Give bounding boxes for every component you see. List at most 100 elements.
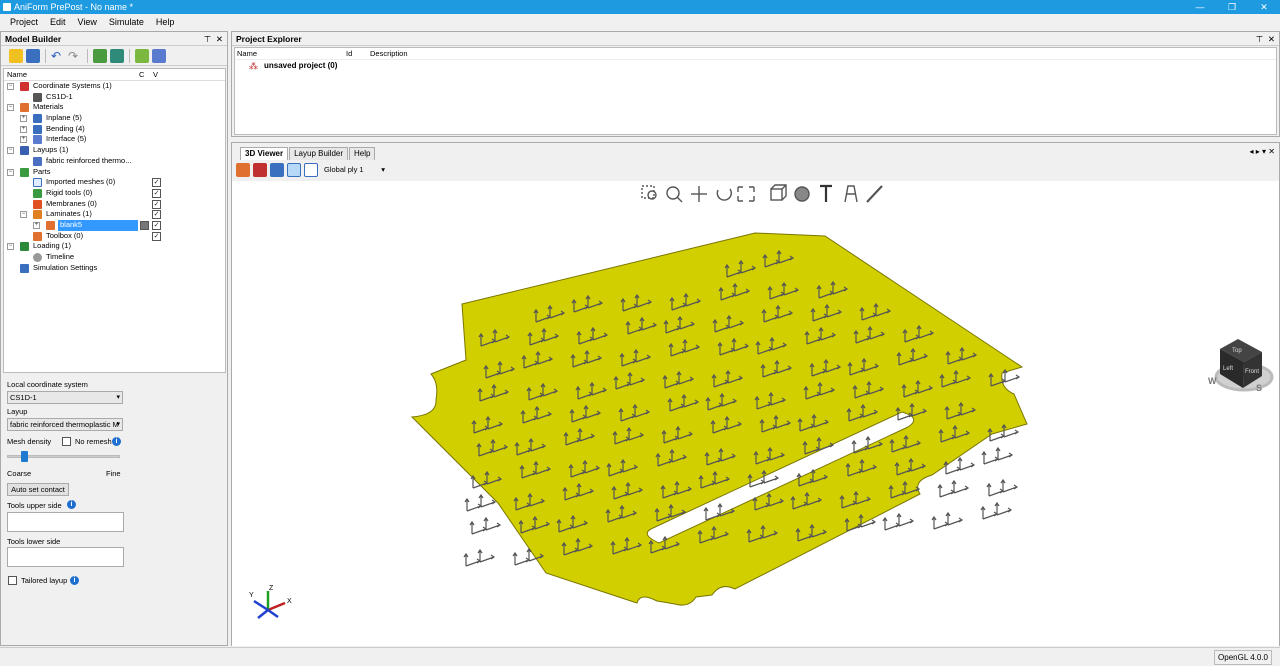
tree-item-materials[interactable]: − Materials [4,102,225,113]
color-swatch[interactable] [140,220,149,230]
menu-edit[interactable]: Edit [44,17,72,27]
sphere-icon[interactable] [794,186,810,202]
ply-select[interactable]: Global ply 1 ▾ [321,163,387,177]
auto-set-contact-button[interactable]: Auto set contact [7,483,69,496]
tools-lower-field[interactable] [7,547,124,567]
tree-item-laminates[interactable]: − Laminates (1) ✓ [4,209,225,220]
3d-viewport[interactable]: Top Left Front W S X Z Y [232,181,1279,646]
undo-icon[interactable]: ↶ [51,49,65,63]
rotate-icon[interactable] [716,188,732,201]
menu-project[interactable]: Project [4,17,44,27]
visible-checkbox[interactable]: ✓ [152,210,161,220]
collapse-icon[interactable]: − [20,211,27,219]
axes-icon[interactable] [270,163,284,177]
close-tab-icon[interactable]: ✕ [1268,147,1275,156]
scroll-left-icon[interactable]: ◂ [1250,147,1254,156]
col-id: Id [346,49,353,58]
tab-menu-icon[interactable]: ▾ [1262,147,1266,156]
info-icon[interactable]: i [112,437,121,446]
validate-icon[interactable] [135,48,149,63]
3d-scene[interactable]: Top Left Front W S X Z Y [232,181,1279,646]
tree-item-imported-meshes[interactable]: Imported meshes (0) ✓ [4,177,225,188]
tools-upper-field[interactable] [7,512,124,532]
menu-help[interactable]: Help [150,17,181,27]
visible-checkbox[interactable]: ✓ [152,188,161,198]
project-row[interactable]: ⁂ unsaved project (0) [235,60,1276,72]
pencil-icon[interactable] [287,163,301,177]
fiber-arrow [995,446,1014,461]
expand-icon[interactable]: + [20,136,27,144]
info-icon[interactable]: i [67,500,76,509]
tree-item-layup[interactable]: fabric reinforced thermo... [4,156,225,167]
close-panel-icon[interactable]: ✕ [1268,34,1275,44]
mesh-density-slider[interactable] [7,451,120,462]
collapse-icon[interactable]: − [7,243,14,251]
visible-checkbox[interactable]: ✓ [152,231,161,241]
membrane-icon [33,199,42,209]
collapse-icon[interactable]: − [7,83,14,90]
collapse-icon[interactable]: − [7,147,14,155]
expand-icon[interactable]: + [20,125,27,133]
expand-icon[interactable]: + [33,221,40,229]
visible-checkbox[interactable]: ✓ [152,199,161,209]
zoom-icon[interactable] [666,186,683,203]
section-icon[interactable] [844,185,858,203]
tree-item-toolbox[interactable]: Toolbox (0) ✓ [4,231,225,242]
tree-item-inplane[interactable]: + Inplane (5) [4,113,225,124]
tree-item-loading[interactable]: − Loading (1) [4,241,225,252]
maximize-button[interactable]: ❐ [1216,0,1248,14]
fiber-arrow [463,552,482,567]
tab-3d-viewer[interactable]: 3D Viewer [240,147,289,160]
view-cube[interactable]: Top Left Front W S [1208,339,1274,393]
add-item-icon[interactable] [93,48,107,63]
export-icon[interactable] [152,48,166,63]
tree-item-timeline[interactable]: Timeline [4,252,225,263]
tree-item-bending[interactable]: + Bending (4) [4,124,225,135]
no-remesh-checkbox[interactable] [62,436,71,446]
menu-view[interactable]: View [72,17,103,27]
tree-item-parts[interactable]: − Parts [4,167,225,178]
tree-item-layups[interactable]: − Layups (1) [4,145,225,156]
expand-icon[interactable]: + [20,115,27,123]
save-icon[interactable] [26,48,40,63]
tab-help[interactable]: Help [349,147,376,160]
scroll-right-icon[interactable]: ▸ [1256,147,1260,156]
tree-item-coordinate-systems[interactable]: − Coordinate Systems (1) [4,81,225,92]
tab-layup-builder[interactable]: Layup Builder [289,147,349,160]
tree-item-cs1d[interactable]: CS1D-1 [4,92,225,103]
cube-icon[interactable] [770,184,787,201]
fiber-arrow [951,479,970,494]
blank-sheet[interactable] [410,232,1028,606]
tailored-layup-checkbox[interactable] [8,575,17,585]
close-panel-icon[interactable]: ✕ [216,34,223,44]
info-icon[interactable]: i [70,576,79,585]
collapse-icon[interactable]: − [7,104,14,112]
tree-item-interface[interactable]: + Interface (5) [4,134,225,145]
text-icon[interactable] [820,184,832,202]
collapse-icon[interactable]: − [7,168,14,176]
add-child-icon[interactable] [110,48,124,63]
visible-checkbox[interactable]: ✓ [152,220,161,230]
fit-view-icon[interactable] [737,186,755,202]
tree-item-rigid-tools[interactable]: Rigid tools (0) ✓ [4,188,225,199]
zoom-box-icon[interactable] [641,185,657,200]
minimize-button[interactable]: — [1184,0,1216,14]
layup-select[interactable]: fabric reinforced thermoplastic M ▾ [7,418,123,431]
tree-item-membranes[interactable]: Membranes (0) ✓ [4,199,225,210]
visible-checkbox[interactable]: ✓ [152,178,161,188]
menu-simulate[interactable]: Simulate [103,17,150,27]
set-axis-icon[interactable] [236,163,250,177]
tree-item-blank5[interactable]: + blank5 ✓ [4,219,225,231]
open-folder-icon[interactable] [9,48,23,63]
redo-icon[interactable]: ↷ [68,49,82,63]
ply-grid-icon[interactable] [304,163,318,177]
layers-icon[interactable] [253,163,267,177]
measure-icon[interactable] [866,185,883,203]
tree-item-simulation-settings[interactable]: Simulation Settings [4,263,225,274]
pin-icon[interactable]: ⊤ [1256,34,1263,44]
close-button[interactable]: ✕ [1248,0,1280,14]
pan-icon[interactable] [691,186,707,202]
pin-icon[interactable]: ⊤ [204,34,211,44]
slider-handle[interactable] [20,451,28,462]
lcs-select[interactable]: CS1D-1 ▾ [7,391,123,404]
